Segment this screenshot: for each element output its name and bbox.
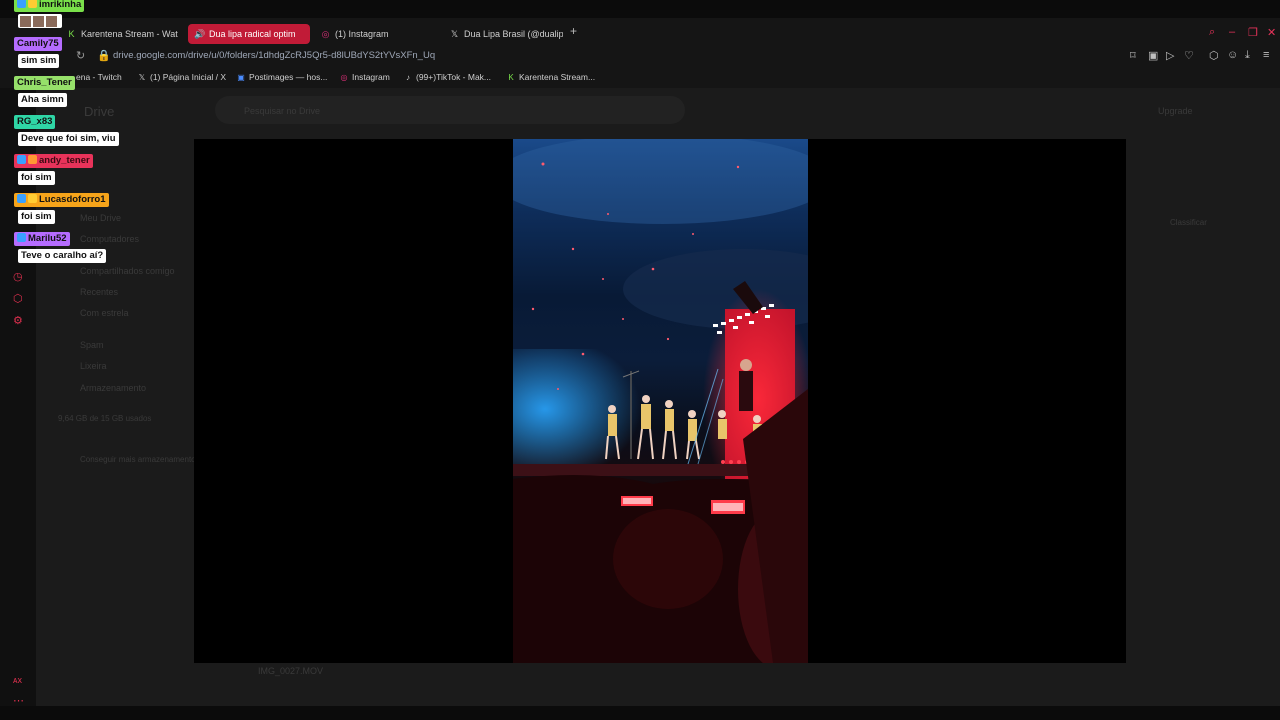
drive-nav-item: Com estrela	[80, 308, 129, 318]
chat-message: foi sim	[18, 171, 55, 185]
chat-username-label: andy_tener	[39, 155, 90, 166]
badge-icon	[28, 155, 37, 164]
speaker-icon: 🔊	[194, 29, 206, 39]
bookmark-karentena[interactable]: K Karentena Stream...	[506, 72, 595, 82]
badge-icon	[17, 0, 26, 8]
emote-strip	[18, 14, 62, 28]
extensions-sidebar-icon[interactable]: ⬡	[13, 292, 23, 305]
bookmark-instagram[interactable]: ◎ Instagram	[339, 72, 390, 82]
chat-username[interactable]: Marilu52	[14, 232, 70, 246]
tab-label: Karentena Stream - Watc	[81, 29, 178, 39]
bookmark-label: Karentena Stream...	[519, 72, 596, 82]
badge-icon	[17, 233, 26, 242]
video-player[interactable]	[513, 139, 808, 663]
bookmark-label: (99+)TikTok - Mak...	[416, 72, 492, 82]
chat-message: Aha simn	[18, 93, 67, 107]
concert-scene	[513, 139, 808, 663]
lock-icon: 🔒	[97, 50, 111, 62]
url-field[interactable]: drive.google.com/drive/u/0/folders/1dhdg…	[113, 50, 435, 61]
drive-nav-item: Meu Drive	[80, 213, 122, 223]
tab-instagram[interactable]: ◎ (1) Instagram	[314, 24, 436, 44]
x-icon: 𝕏	[138, 73, 146, 82]
badge-icon	[28, 194, 37, 203]
chat-username[interactable]: andy_tener	[14, 154, 93, 168]
postimages-icon: ▣	[237, 73, 245, 82]
search-tabs-icon[interactable]: ⌕	[1209, 26, 1215, 39]
history-icon[interactable]: ◷	[13, 270, 23, 283]
chat-message: sim sim	[18, 54, 60, 68]
karentena-icon: K	[68, 29, 75, 39]
bottom-strip	[0, 706, 1280, 720]
chat-message: Deve que foi sim, viu	[18, 132, 119, 146]
window-top-bar	[0, 0, 1280, 18]
download-icon[interactable]: ⤓	[1245, 49, 1250, 62]
drive-nav-item: Computadores	[80, 234, 140, 244]
heart-icon[interactable]: ♡	[1184, 49, 1194, 62]
drive-nav-item: Recentes	[80, 287, 119, 297]
ai-icon[interactable]: ᴀx	[13, 675, 22, 685]
drive-sort: Classificar	[1170, 218, 1207, 227]
chat-username[interactable]: imrikinha	[14, 0, 85, 12]
bookmark-icon[interactable]: ⌑	[1130, 49, 1136, 62]
karentena-icon: K	[508, 73, 514, 82]
bookmark-x-home[interactable]: 𝕏 (1) Página Inicial / X	[137, 72, 226, 82]
badge-icon	[17, 194, 26, 203]
emote-icon	[46, 16, 57, 27]
drive-search-placeholder: Pesquisar no Drive	[244, 106, 321, 116]
drive-logo: Drive	[84, 104, 115, 119]
badge-icon	[28, 0, 37, 8]
chat-username-label: Lucasdoforro1	[39, 194, 106, 205]
new-tab-button[interactable]: +	[570, 24, 577, 38]
bookmark-label: Instagram	[352, 72, 390, 82]
emote-icon	[33, 16, 44, 27]
drive-nav-item: Lixeira	[80, 361, 107, 371]
tab-label: Dua lipa radical optim	[209, 29, 296, 39]
bookmark-postimages[interactable]: ▣ Postimages — hos...	[236, 72, 327, 82]
tab-dua-lipa-brasil[interactable]: 𝕏 Dua Lipa Brasil (@dualipa	[443, 24, 563, 44]
chat-message: Teve o caralho aí?	[18, 249, 107, 263]
chat-username[interactable]: RG_x83	[14, 115, 56, 129]
tab-dua-lipa-drive[interactable]: 🔊 Dua lipa radical optim	[188, 24, 310, 44]
video-viewer	[194, 139, 1126, 663]
menu-icon[interactable]: ≡	[1263, 49, 1269, 61]
close-icon[interactable]: ✕	[1267, 26, 1276, 39]
bookmark-twitch[interactable]: ena - Twitch	[76, 72, 122, 82]
chat-username-label: imrikinha	[39, 0, 82, 10]
maximize-icon[interactable]: ❐	[1248, 26, 1258, 39]
drive-get-more: Conseguir mais armazenamento	[80, 455, 196, 464]
tab-label: Dua Lipa Brasil (@dualipa	[464, 29, 563, 39]
drive-upgrade: Upgrade	[1158, 106, 1193, 116]
badge-icon	[17, 155, 26, 164]
drive-nav-item: Spam	[80, 340, 104, 350]
chat-username[interactable]: Chris_Tener	[14, 76, 75, 90]
play-icon[interactable]: ▷	[1166, 49, 1174, 62]
instagram-icon: ◎	[340, 73, 348, 82]
chat-username[interactable]: Lucasdoforro1	[14, 193, 109, 207]
extensions-icon[interactable]: ⬡	[1209, 49, 1219, 62]
tab-strip: K Karentena Stream - Watc 🔊 Dua lipa radic…	[0, 18, 1280, 48]
chat-message: foi sim	[18, 210, 55, 224]
drive-storage: 9,64 GB de 15 GB usados	[58, 414, 152, 423]
bookmark-tiktok[interactable]: ♪ (99+)TikTok - Mak...	[403, 72, 491, 82]
chat-username[interactable]: Camily75	[14, 37, 62, 51]
tab-karentena[interactable]: K Karentena Stream - Watc	[60, 24, 178, 44]
bookmark-label: (1) Página Inicial / X	[150, 72, 227, 82]
profile-icon[interactable]: ☺	[1227, 49, 1238, 61]
chat-username-label: Marilu52	[28, 233, 67, 244]
drive-nav-item: Compartilhados comigo	[80, 266, 175, 276]
drive-nav-item: Armazenamento	[80, 383, 147, 393]
reload-icon[interactable]: ↻	[76, 49, 85, 62]
settings-icon[interactable]: ⚙	[13, 314, 23, 327]
minimize-icon[interactable]: –	[1229, 26, 1235, 38]
tab-label: (1) Instagram	[335, 29, 389, 39]
snapshot-icon[interactable]: ▣	[1148, 49, 1158, 62]
instagram-icon: ◎	[321, 29, 330, 39]
bookmark-label: ena - Twitch	[76, 72, 122, 82]
bookmark-label: Postimages — hos...	[249, 72, 328, 82]
drive-file-row: IMG_0027.MOV	[258, 666, 324, 676]
emote-icon	[20, 16, 31, 27]
tiktok-icon: ♪	[406, 73, 410, 82]
x-icon: 𝕏	[450, 29, 459, 39]
